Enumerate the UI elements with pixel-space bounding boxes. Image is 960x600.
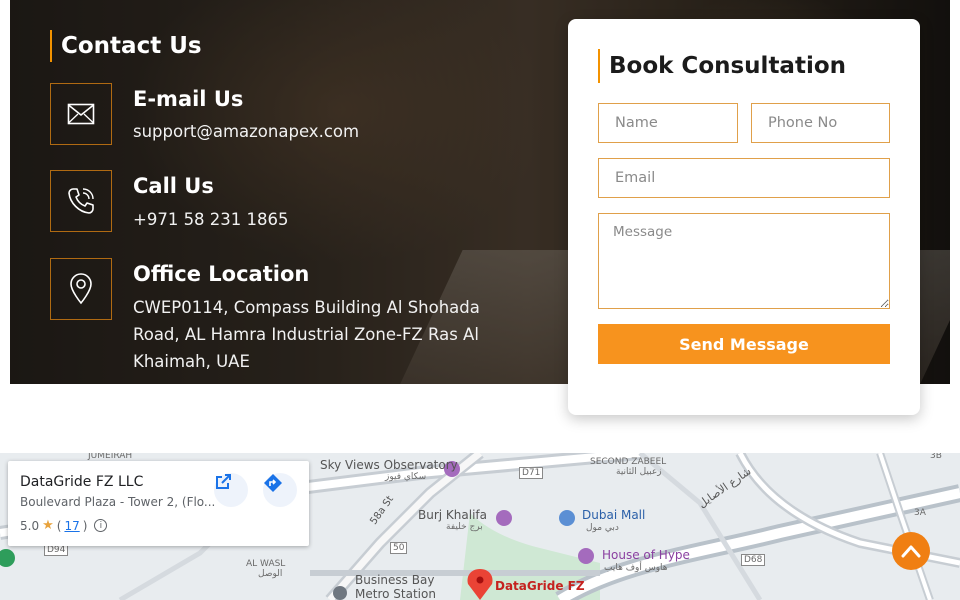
name-input[interactable] [598,103,738,143]
map-label-business-bay: Business Bay [355,573,435,587]
map-label-second-zabeel: SECOND ZABEEL [590,457,667,467]
map-label-datagride: DataGride FZ [495,579,585,593]
map-label-burj-khalifa-ar: برج خليفة [446,522,483,532]
road-shield-d68: D68 [741,554,766,566]
message-textarea[interactable] [598,213,890,309]
map-label-burj-khalifa: Burj Khalifa [418,508,487,522]
form-title: Book Consultation [598,49,846,83]
map-place-card: DataGride FZ LLC Boulevard Plaza - Tower… [8,461,309,546]
envelope-icon [50,83,112,145]
office-address-line: CWEP0114, Compass Building Al Shohada [133,298,480,317]
map-label-dubai-mall-ar: دبي مول [586,523,619,533]
map-label-sky-views-ar: سكاي فيوز [385,472,427,482]
map-label-jumeirah: JUMEIRAH [88,453,133,461]
chevron-up-icon [901,545,921,558]
contact-heading: Contact Us [50,30,202,62]
phone-link[interactable]: +971 58 231 1865 [133,206,289,233]
star-icon: ★ [42,518,54,533]
map-label-al-wasl: AL WASL [246,559,286,569]
office-address-line: Khaimah, UAE [133,352,250,371]
directions-icon [264,474,282,492]
road-shield-50: 50 [390,542,408,554]
location-pin-icon [50,258,112,320]
map-label-metro-station: Metro Station [355,587,436,600]
rating-value: 5.0 [20,518,40,533]
email-link[interactable]: support@amazonapex.com [133,118,359,145]
open-in-maps-button[interactable] [214,473,248,507]
place-address: Boulevard Plaza - Tower 2, (Flo... [20,495,216,509]
call-title: Call Us [133,174,214,198]
road-shield-3a: 3A [914,508,926,518]
map-label-dubai-mall: Dubai Mall [582,508,646,522]
info-icon[interactable]: i [94,519,108,532]
directions-button[interactable] [263,473,297,507]
send-message-button[interactable]: Send Message [598,324,890,364]
road-shield-3b: 3B [930,453,942,461]
google-map[interactable]: JUMEIRAH Sky Views Observatory سكاي فيوز… [0,453,960,600]
map-label-al-wasl-ar: الوصل [258,569,283,579]
road-shield-d71: D71 [519,467,544,479]
map-label-house-of-hype: House of Hype [602,548,690,562]
phone-input[interactable] [751,103,890,143]
map-label-house-of-hype-ar: هاوس أوف هايب [604,563,668,573]
office-title: Office Location [133,262,310,286]
map-label-second-zabeel-ar: زعبيل الثانية [616,467,662,477]
phone-icon [50,170,112,232]
email-input[interactable] [598,158,890,198]
external-link-icon [216,474,231,489]
consultation-form-card: Book Consultation Send Message [568,19,920,415]
place-name: DataGride FZ LLC [20,474,144,490]
email-title: E-mail Us [133,87,244,111]
place-rating: 5.0 ★ (17) i [20,518,108,533]
reviews-link[interactable]: 17 [64,519,79,533]
map-label-sky-views: Sky Views Observatory [320,458,458,472]
scroll-to-top-button[interactable] [892,532,930,570]
office-address-line: Road, AL Hamra Industrial Zone-FZ Ras Al [133,325,479,344]
